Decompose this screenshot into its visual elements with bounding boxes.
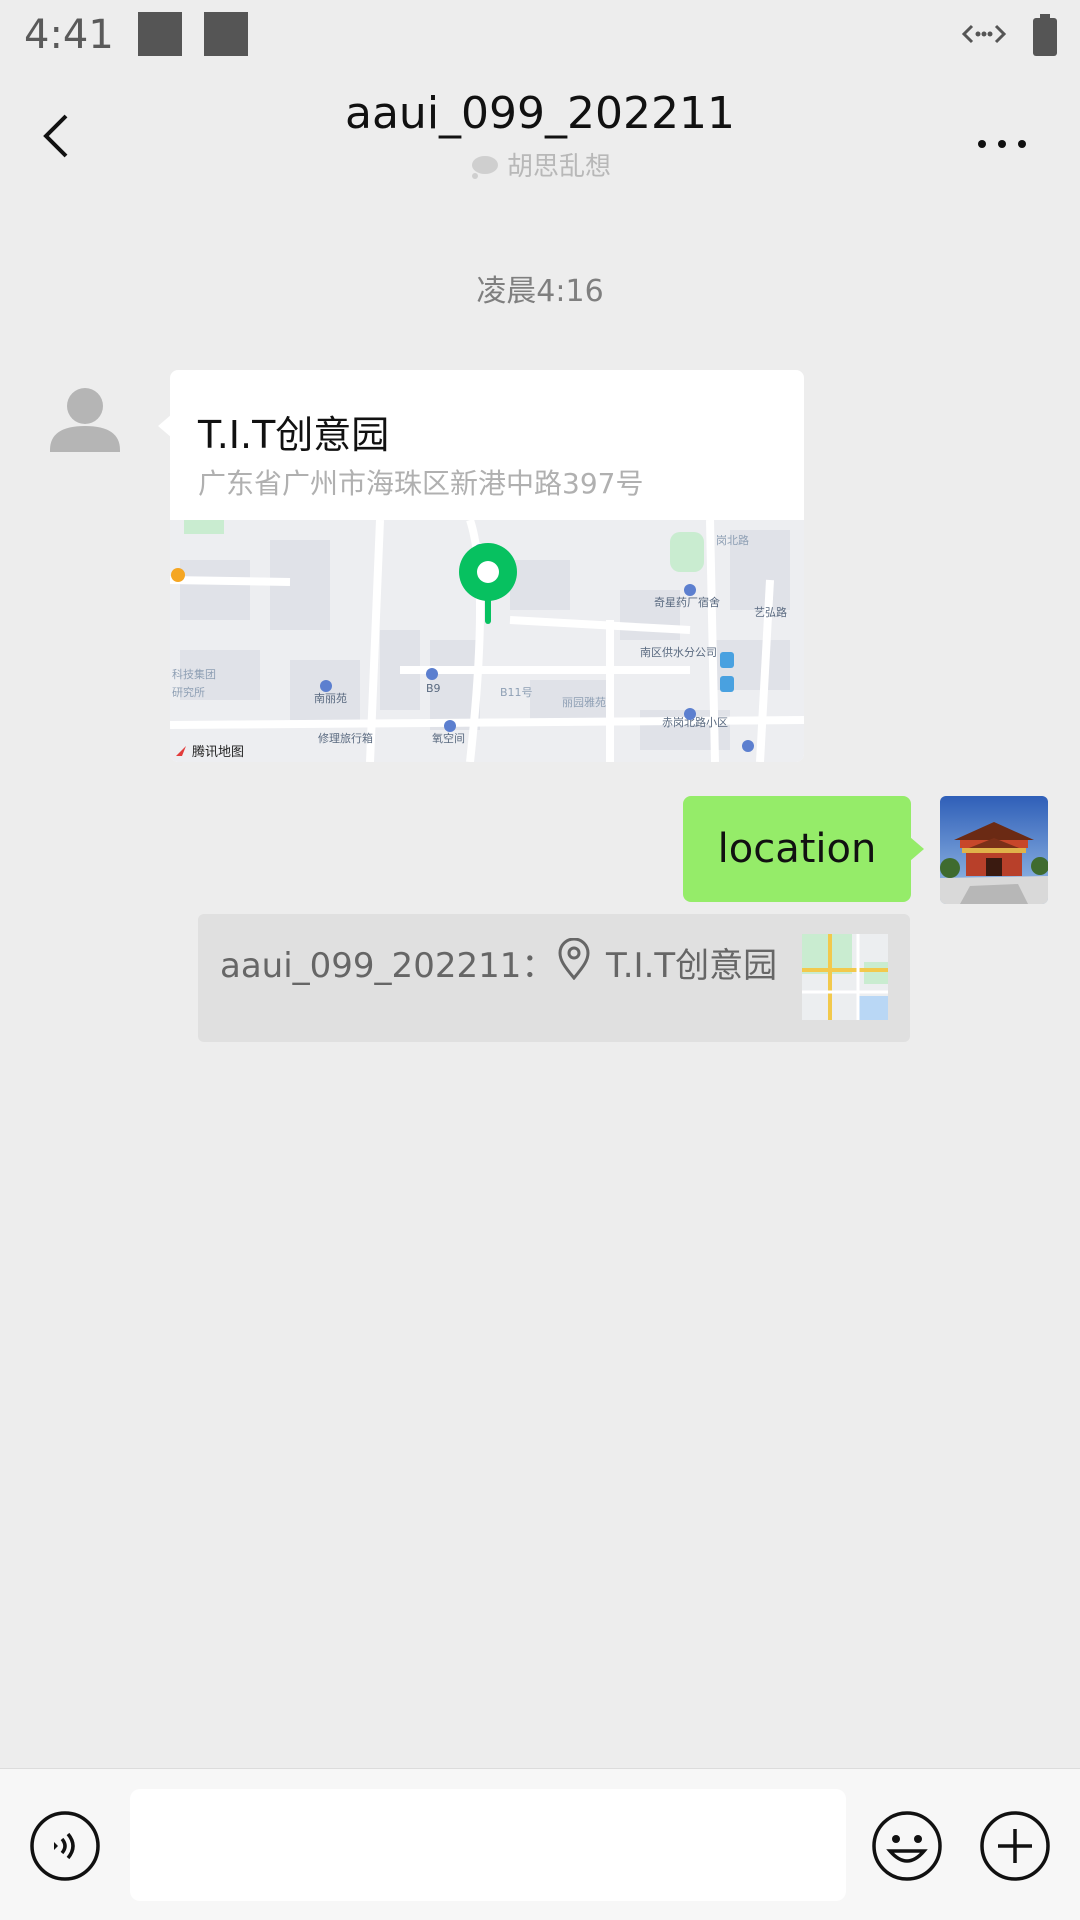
map-label: 奇星药厂宿舍 [654,595,720,609]
my-avatar[interactable] [940,796,1048,904]
chat-header: aaui_099_202211 胡思乱想 [0,76,1080,206]
voice-input-button[interactable] [28,1809,102,1883]
emoji-button[interactable] [870,1809,944,1883]
outgoing-message-text: location [717,826,877,872]
map-label: 南丽苑 [314,692,347,705]
map-label: B9 [426,682,441,695]
map-label: 艺弘路 [754,606,787,619]
quote-map-thumbnail [802,934,888,1020]
map-label: 科技集团 [172,667,216,681]
more-options-button[interactable] [966,124,1046,164]
notification-icon [204,12,248,56]
location-message-card[interactable]: T.I.T创意园 广东省广州市海珠区新港中路397号 奇星药厂宿舍 南区供水分公… [170,370,804,762]
input-bar [0,1768,1080,1920]
map-label: 赤岗北路小区 [662,716,728,729]
map-brand-label: 腾讯地图 [192,744,244,760]
location-pin-icon [558,938,590,980]
chat-title: aaui_099_202211 [345,88,735,139]
notification-icon [138,12,182,56]
chat-screen: 4:41 aaui_099_202211 胡思乱想 凌晨4:16 T.I.T创意… [0,0,1080,1920]
map-label: B11号 [500,686,533,699]
message-input[interactable] [130,1789,846,1901]
data-transfer-icon [962,24,1006,44]
more-actions-button[interactable] [978,1809,1052,1883]
message-timestamp: 凌晨4:16 [476,274,604,309]
map-label: 氧空间 [432,731,465,745]
status-bar: 4:41 [0,0,1080,76]
status-bubble-icon [471,155,498,179]
quoted-message[interactable]: aaui_099_202211： T.I.T创意园 [198,914,910,1042]
map-label: 南区供水分公司 [640,645,717,659]
bubble-tail [910,837,924,861]
map-label: 修理旅行箱 [318,731,373,745]
chat-subtitle-text: 胡思乱想 [506,152,611,182]
battery-icon [1033,14,1057,56]
status-time: 4:41 [24,12,114,58]
quote-sender: aaui_099_202211： [220,946,556,986]
contact-avatar[interactable] [44,378,126,460]
map-label: 丽园雅苑 [562,695,606,709]
chat-subtitle: 胡思乱想 [0,146,1080,183]
outgoing-message-bubble[interactable]: location [683,796,911,902]
quote-location-name: T.I.T创意园 [606,946,778,986]
location-map: 奇星药厂宿舍 南区供水分公司 南丽苑 B9 修理旅行箱 氧空间 赤岗北路小区 艺… [170,520,804,762]
location-name: T.I.T创意园 [198,413,390,457]
map-label: 岗北路 [716,534,749,547]
location-address: 广东省广州市海珠区新港中路397号 [198,467,644,500]
map-label: 研究所 [172,685,205,699]
